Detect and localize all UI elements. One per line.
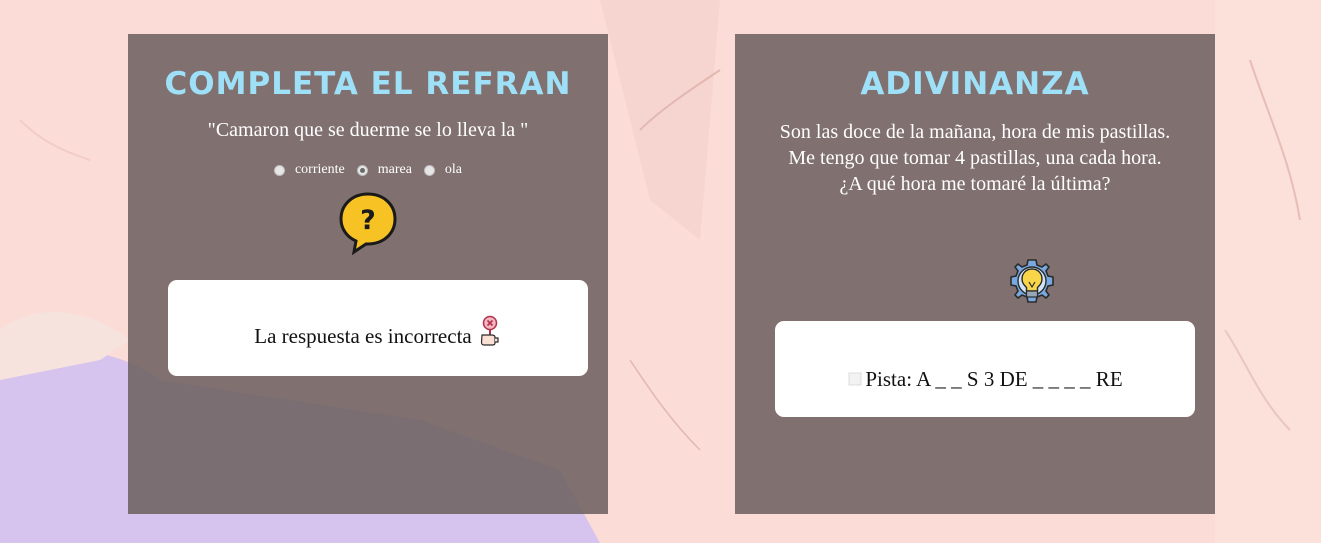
result-box: La respuesta es incorrecta [168,280,588,376]
svg-text:?: ? [360,205,376,236]
radio-ola[interactable] [423,164,435,176]
adivinanza-card: ADIVINANZA Son las doce de la mañana, ho… [735,34,1215,514]
question-bubble-icon[interactable]: ? [338,190,398,256]
radio-corriente[interactable] [273,164,285,176]
refran-title: COMPLETA EL REFRAN [164,66,572,102]
wrong-answer-thumb-icon [480,315,499,346]
refran-card: COMPLETA EL REFRAN "Camaron que se duerm… [128,34,608,514]
refran-options: corriente marea ola [128,162,608,178]
broken-image-icon [848,372,862,386]
refran-quote: "Camaron que se duerme se lo lleva la " [207,119,529,141]
option-label: ola [444,162,463,177]
adivinanza-title: ADIVINANZA [860,66,1090,102]
hint-text: Pista: A _ _ S 3 DE _ _ _ _ RE [865,366,1123,391]
option-ola[interactable]: ola [423,162,463,178]
option-label: marea [377,162,412,177]
hint-box: Pista: A _ _ S 3 DE _ _ _ _ RE [775,321,1195,417]
option-marea[interactable]: marea [356,162,412,178]
riddle-text: Son las doce de la mañana, hora de mis p… [779,121,1171,195]
option-corriente[interactable]: corriente [273,162,345,178]
result-text: La respuesta es incorrecta [254,323,472,348]
lightbulb-gear-icon[interactable] [1005,258,1059,310]
radio-marea[interactable] [356,164,368,176]
option-label: corriente [294,162,345,177]
